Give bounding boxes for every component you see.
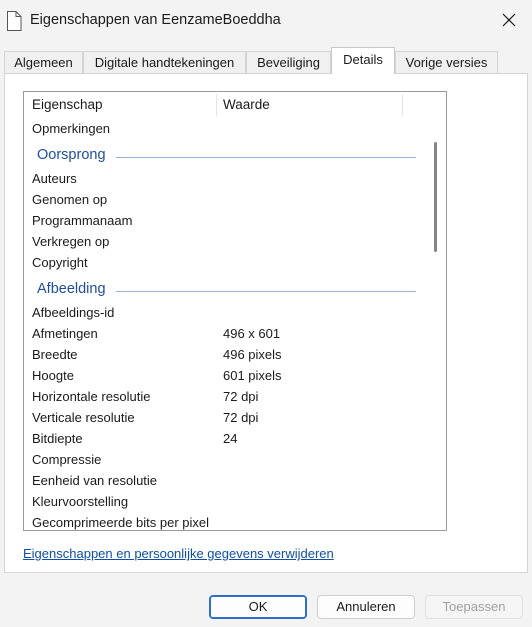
close-button[interactable] [486, 0, 532, 42]
property-name: Compressie [32, 452, 102, 467]
property-value: 496 x 601 [223, 326, 281, 341]
tab-beveiliging[interactable]: Beveiliging [246, 51, 331, 73]
list-item[interactable]: Copyright [24, 253, 424, 274]
tab-details[interactable]: Details [331, 47, 395, 74]
apply-button[interactable]: Toepassen [425, 595, 523, 619]
column-divider[interactable] [402, 94, 403, 116]
vertical-scrollbar[interactable] [426, 92, 446, 530]
property-name: Breedte [32, 347, 78, 362]
column-header-property[interactable]: Eigenschap [32, 97, 103, 112]
group-divider [116, 157, 416, 158]
group-divider [116, 291, 416, 292]
list-item[interactable]: Eenheid van resolutie [24, 471, 424, 492]
list-item[interactable]: Kleurvoorstelling [24, 492, 424, 513]
group-label: Oorsprong [37, 147, 106, 163]
property-name: Verticale resolutie [32, 410, 135, 425]
remove-properties-link[interactable]: Eigenschappen en persoonlijke gegevens v… [23, 546, 334, 561]
list-item[interactable]: Verticale resolutie 72 dpi [24, 408, 424, 429]
property-value: 72 dpi [223, 410, 259, 425]
column-header-value[interactable]: Waarde [223, 97, 270, 112]
document-icon [6, 11, 22, 31]
list-header: Eigenschap Waarde [24, 92, 424, 118]
group-header-oorsprong: Oorsprong [24, 144, 424, 168]
list-item[interactable]: Auteurs [24, 169, 424, 190]
property-value: 601 pixels [223, 368, 282, 383]
property-name: Copyright [32, 255, 88, 270]
details-panel: Eigenschap Waarde Opmerkingen Oorsprong … [4, 73, 528, 573]
property-name: Genomen op [32, 192, 108, 207]
list-item[interactable]: Horizontale resolutie 72 dpi [24, 387, 424, 408]
list-item[interactable]: Afbeeldings-id [24, 303, 424, 324]
property-name: Bitdiepte [32, 431, 83, 446]
list-item[interactable]: Verkregen op [24, 232, 424, 253]
property-value: 24 [223, 431, 238, 446]
property-name: Auteurs [32, 171, 77, 186]
ok-button[interactable]: OK [209, 595, 307, 619]
property-name: Programmanaam [32, 213, 133, 228]
tab-algemeen[interactable]: Algemeen [4, 51, 83, 73]
window-title: Eigenschappen van EenzameBoeddha [30, 12, 281, 28]
list-item[interactable]: Programmanaam [24, 211, 424, 232]
list-item[interactable]: Gecomprimeerde bits per pixel [24, 513, 424, 530]
property-value: 496 pixels [223, 347, 282, 362]
scrollbar-thumb[interactable] [434, 142, 437, 252]
property-name: Eenheid van resolutie [32, 473, 158, 488]
list-item[interactable]: Hoogte 601 pixels [24, 366, 424, 387]
property-name: Hoogte [32, 368, 74, 383]
list-item[interactable]: Breedte 496 pixels [24, 345, 424, 366]
property-name: Afbeeldings-id [32, 305, 115, 320]
title-bar: Eigenschappen van EenzameBoeddha [0, 0, 532, 42]
property-name: Kleurvoorstelling [32, 494, 129, 509]
list-item[interactable]: Opmerkingen [24, 119, 424, 140]
close-icon [502, 13, 516, 30]
list-item[interactable]: Afmetingen 496 x 601 [24, 324, 424, 345]
property-name: Horizontale resolutie [32, 389, 151, 404]
group-label: Afbeelding [37, 281, 106, 297]
list-item[interactable]: Bitdiepte 24 [24, 429, 424, 450]
property-name: Opmerkingen [32, 121, 111, 136]
tab-digitale-handtekeningen[interactable]: Digitale handtekeningen [83, 51, 246, 73]
group-header-afbeelding: Afbeelding [24, 278, 424, 302]
tab-strip: Algemeen Digitale handtekeningen Beveili… [0, 47, 532, 74]
property-name: Gecomprimeerde bits per pixel [32, 515, 210, 530]
list-item[interactable]: Genomen op [24, 190, 424, 211]
property-value: 72 dpi [223, 389, 259, 404]
column-divider[interactable] [216, 94, 217, 116]
property-list[interactable]: Eigenschap Waarde Opmerkingen Oorsprong … [23, 91, 447, 531]
property-name: Verkregen op [32, 234, 110, 249]
cancel-button[interactable]: Annuleren [317, 595, 415, 619]
list-item[interactable]: Compressie [24, 450, 424, 471]
tab-vorige-versies[interactable]: Vorige versies [395, 51, 498, 73]
property-name: Afmetingen [32, 326, 98, 341]
